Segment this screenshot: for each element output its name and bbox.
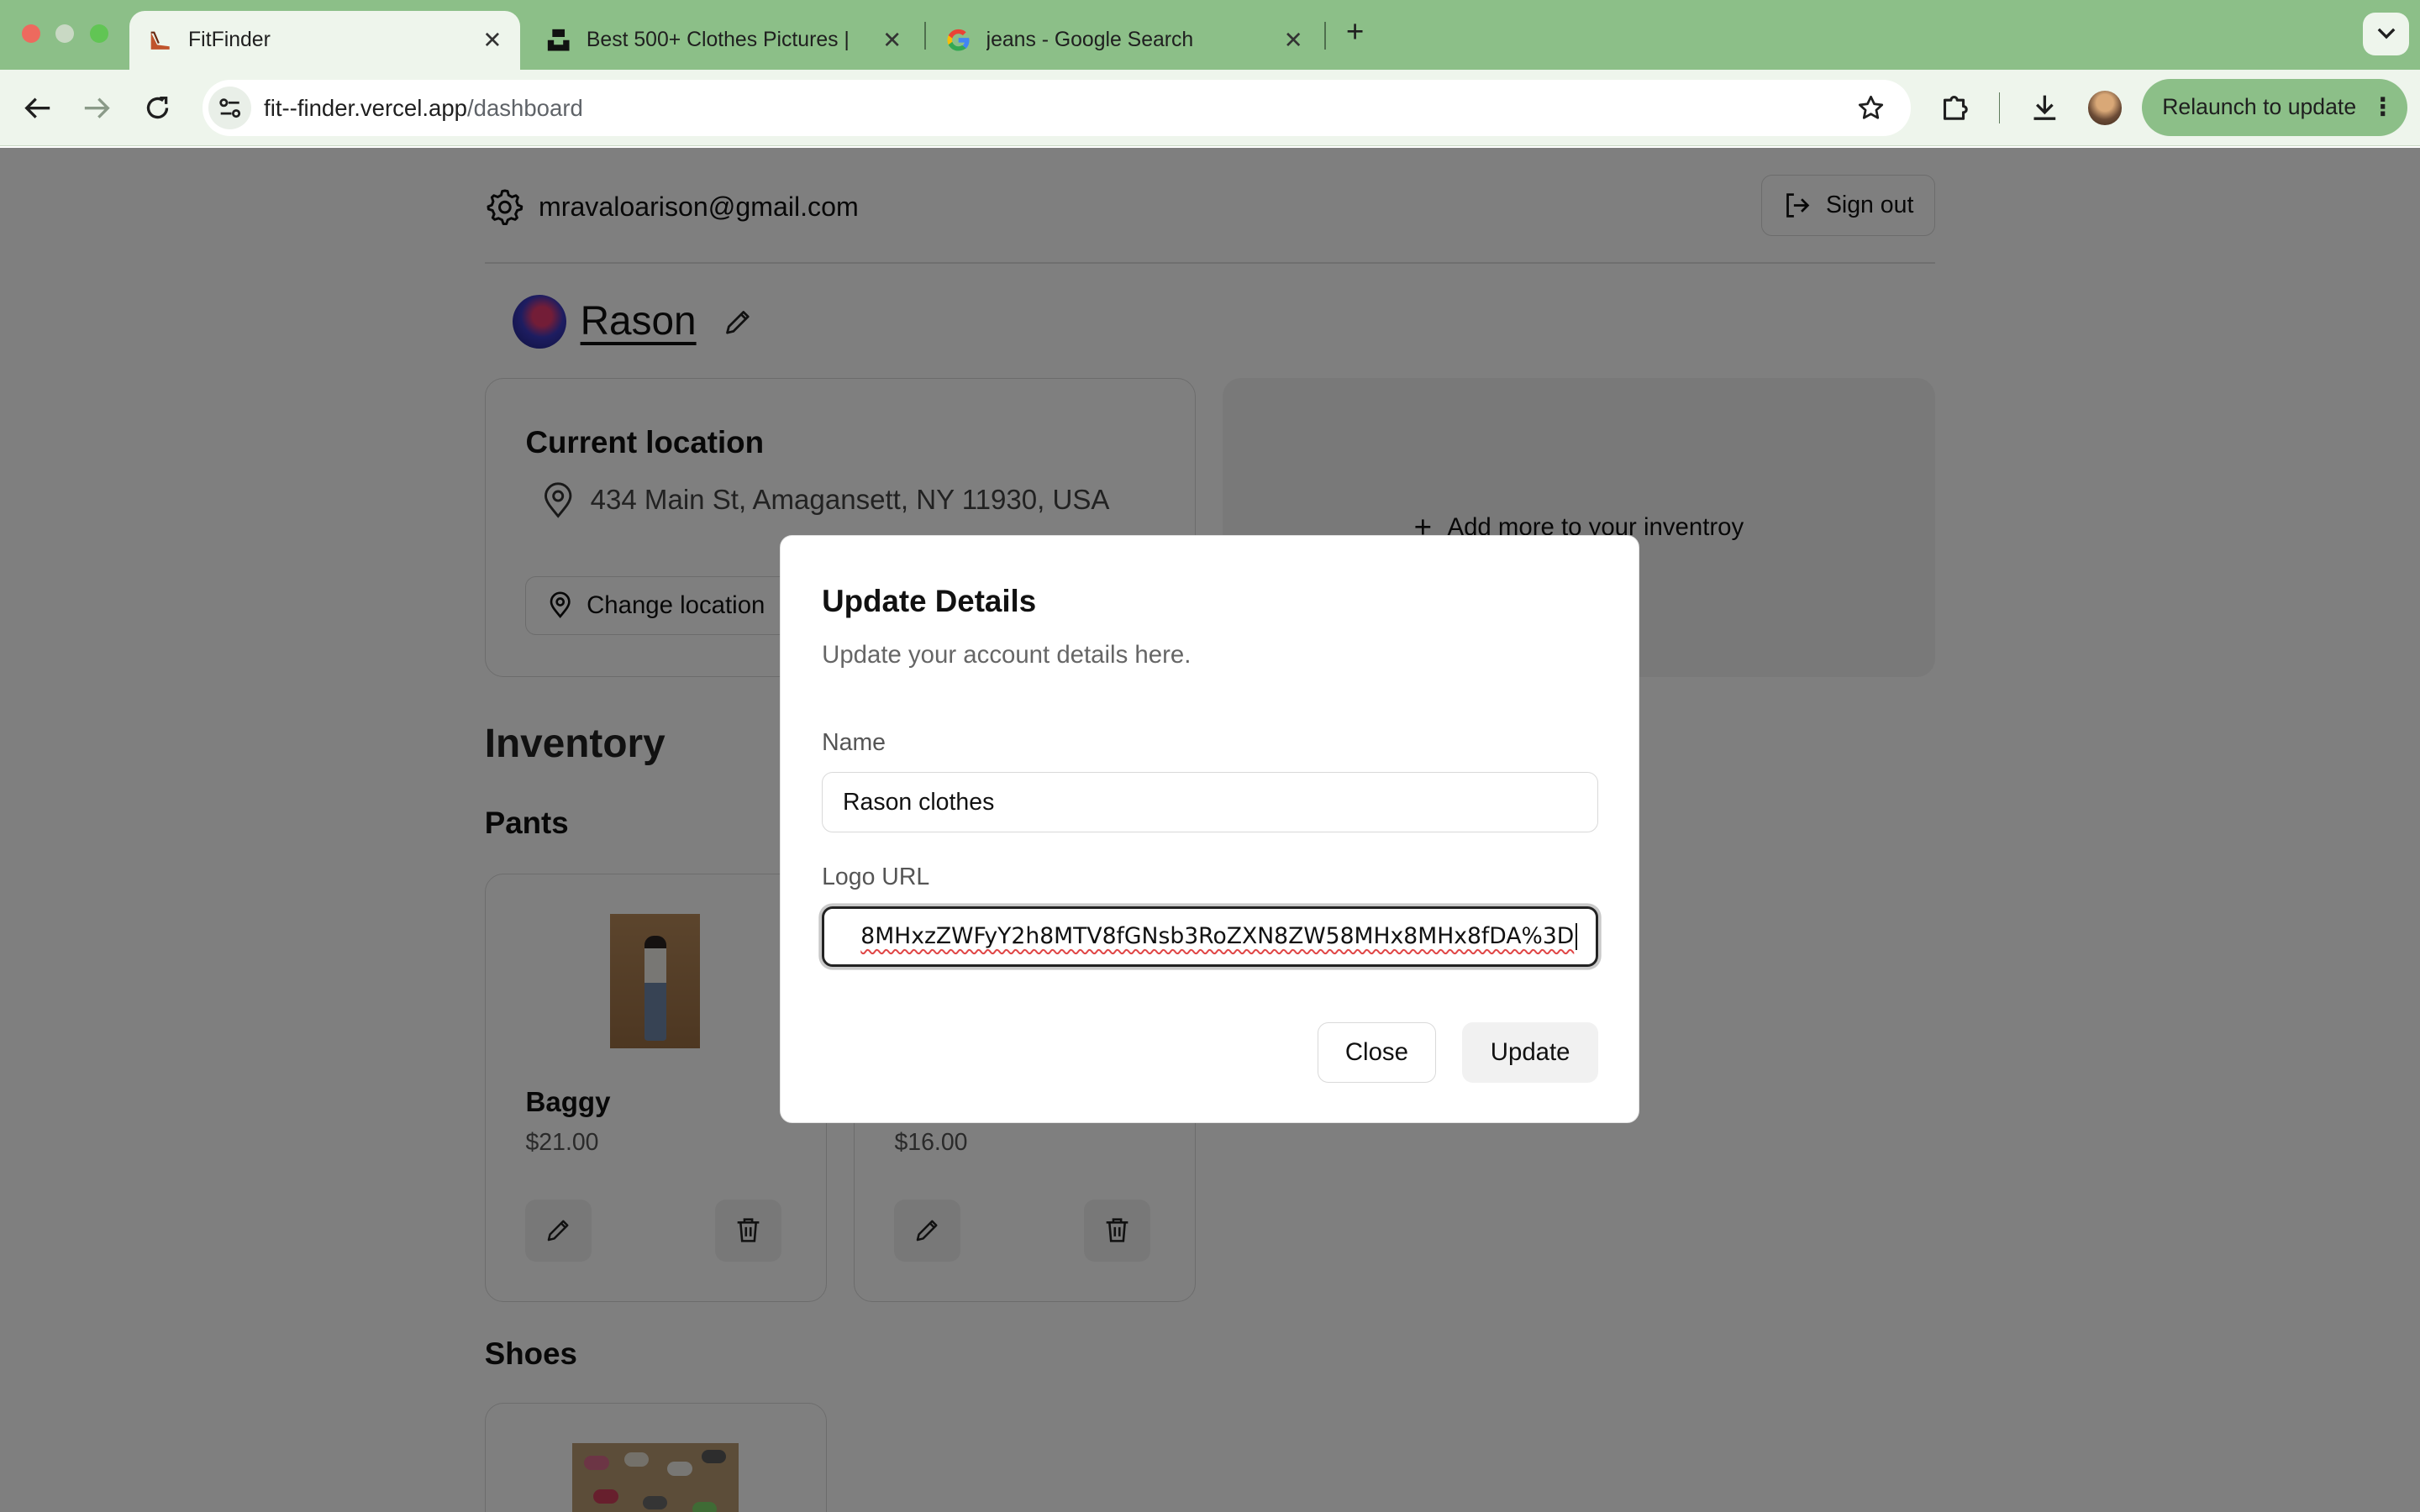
dialog-title: Update Details	[822, 584, 1037, 619]
url-text[interactable]: fit--finder.vercel.app/dashboard	[264, 95, 1852, 122]
tab-fitfinder[interactable]: FitFinder ✕	[129, 10, 520, 70]
browser-tab-bar: FitFinder ✕ Best 500+ Clothes Pictures |…	[0, 0, 2420, 70]
relaunch-label: Relaunch to update	[2162, 94, 2357, 120]
tab-separator	[924, 21, 926, 50]
update-details-dialog: Update Details Update your account detai…	[779, 535, 1639, 1124]
back-button[interactable]	[17, 88, 57, 129]
window-close-button[interactable]	[21, 24, 40, 44]
address-bar[interactable]: fit--finder.vercel.app/dashboard	[202, 80, 1911, 136]
forward-button[interactable]	[77, 88, 118, 129]
reload-icon	[146, 96, 168, 119]
name-label: Name	[822, 728, 886, 756]
shoe-favicon-icon	[148, 28, 172, 52]
close-button[interactable]: Close	[1317, 1021, 1437, 1083]
relaunch-button[interactable]: Relaunch to update ⋮	[2142, 78, 2408, 136]
tab-google-search[interactable]: jeans - Google Search ✕	[928, 11, 1321, 70]
more-vert-icon[interactable]: ⋮	[2370, 92, 2395, 122]
window-zoom-button[interactable]	[89, 24, 108, 44]
tab-separator	[1323, 21, 1326, 50]
puzzle-icon	[1943, 96, 1968, 120]
tab-title: FitFinder	[188, 28, 271, 51]
tab-close-icon[interactable]: ✕	[480, 27, 504, 54]
toolbar-divider	[1998, 92, 2001, 123]
unsplash-favicon-icon	[546, 28, 571, 52]
dialog-subtitle: Update your account details here.	[822, 641, 1192, 669]
tab-close-icon[interactable]: ✕	[1281, 27, 1305, 54]
bookmark-star-icon[interactable]	[1852, 90, 1889, 127]
logo-url-value: 8MHxzZWFyY2h8MTV8fGNsb3RoZXN8ZW58MHx8MHx…	[860, 923, 1575, 950]
chevron-down-icon	[2377, 28, 2395, 39]
profile-avatar[interactable]	[2088, 91, 2123, 125]
site-info-icon[interactable]	[208, 86, 252, 130]
google-favicon-icon	[946, 28, 971, 52]
url-path: /dashboard	[466, 94, 583, 121]
logo-url-label: Logo URL	[822, 863, 930, 890]
text-caret	[1576, 923, 1577, 950]
tab-title: Best 500+ Clothes Pictures |	[586, 28, 850, 51]
browser-toolbar: fit--finder.vercel.app/dashboard Relaunc…	[0, 69, 2420, 147]
new-tab-icon[interactable]: +	[1337, 15, 1374, 52]
update-button[interactable]: Update	[1462, 1021, 1598, 1083]
tab-unsplash[interactable]: Best 500+ Clothes Pictures | ✕	[528, 11, 920, 70]
arrow-left-icon	[24, 97, 50, 118]
arrow-right-icon	[85, 97, 110, 118]
download-icon	[2033, 95, 2056, 121]
url-host: fit--finder.vercel.app	[264, 94, 467, 121]
name-input[interactable]	[822, 772, 1598, 832]
reload-button[interactable]	[137, 88, 177, 129]
tab-search-button[interactable]	[2362, 12, 2410, 56]
tab-title: jeans - Google Search	[986, 28, 1194, 51]
logo-url-input[interactable]: 8MHxzZWFyY2h8MTV8fGNsb3RoZXN8ZW58MHx8MHx…	[822, 906, 1598, 967]
downloads-button[interactable]	[2025, 88, 2065, 129]
window-minimize-button[interactable]	[55, 24, 75, 44]
tab-close-icon[interactable]: ✕	[880, 27, 904, 54]
extensions-button[interactable]	[1935, 88, 1975, 129]
